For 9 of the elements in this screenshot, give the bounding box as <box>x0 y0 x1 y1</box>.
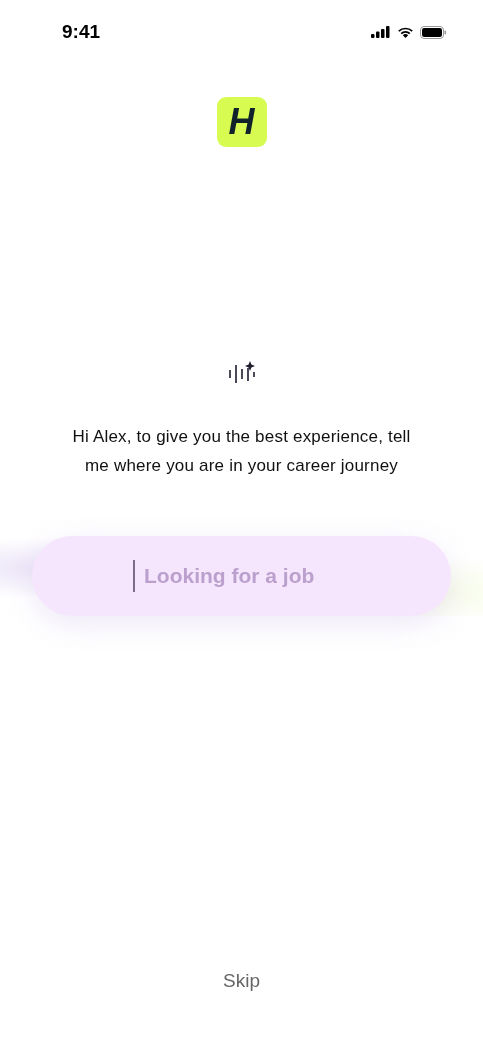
battery-icon <box>420 25 447 39</box>
wifi-icon <box>397 26 414 38</box>
answer-field[interactable]: Looking for a job <box>32 536 451 616</box>
app-logo: H <box>216 97 267 147</box>
voice-sparkle-icon <box>227 361 256 385</box>
prompt-text: Hi Alex, to give you the best experience, tell me where you are in your career journey <box>71 426 412 477</box>
skip-button[interactable]: Skip <box>215 966 268 996</box>
signal-icon <box>371 26 391 38</box>
status-time: 9:41 <box>62 21 101 43</box>
